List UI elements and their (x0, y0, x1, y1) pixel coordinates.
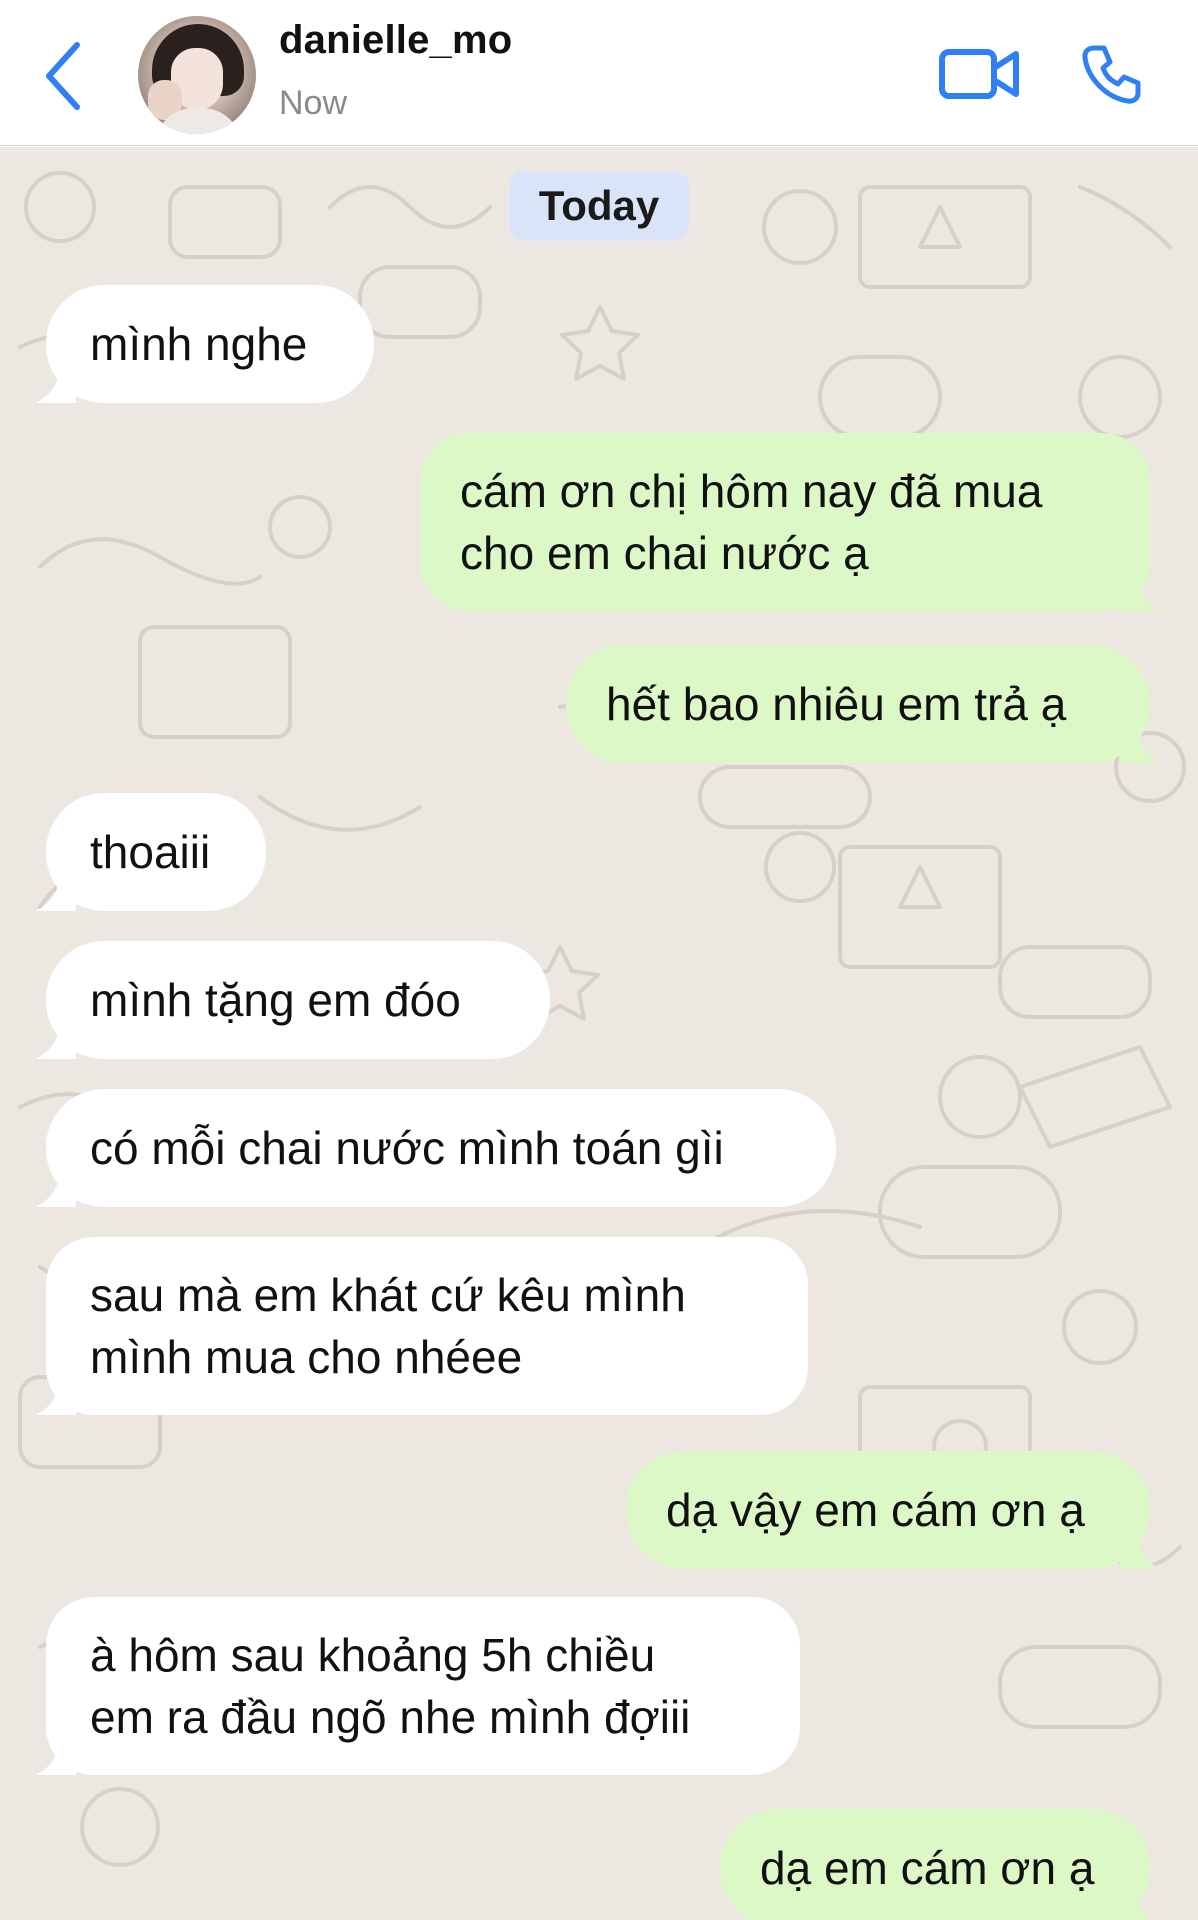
bubble-tail-icon (36, 359, 76, 403)
incoming-message-bubble[interactable]: à hôm sau khoảng 5h chiều em ra đầu ngõ n… (36, 1597, 800, 1775)
outgoing-message-bubble[interactable]: cám ơn chị hôm nay đã mua cho em chai nướ… (420, 433, 1160, 611)
message-text: à hôm sau khoảng 5h chiều em ra đầu ngõ n… (90, 1624, 690, 1748)
message-line: hết bao nhiêu em trả ạ (606, 678, 1067, 730)
message-text: cám ơn chị hôm nay đã mua cho em chai nướ… (460, 460, 1042, 584)
bubble-tail-icon (1120, 1883, 1150, 1920)
message-line: có mỗi chai nước mình toán gìi (90, 1122, 724, 1174)
message-text: sau mà em khát cứ kêu mình mình mua cho n… (90, 1264, 686, 1388)
voice-call-button[interactable] (1080, 42, 1144, 106)
message-text: dạ vậy em cám ơn ạ (666, 1479, 1085, 1541)
message-text: mình nghe (90, 313, 307, 375)
outgoing-message-bubble[interactable]: dạ vậy em cám ơn ạ (626, 1451, 1160, 1569)
bubble-tail-icon (36, 1163, 76, 1207)
message-line: thoaiii (90, 826, 211, 878)
contact-name[interactable]: danielle_mo (279, 18, 512, 63)
bubble-tail-icon (1120, 567, 1160, 611)
back-button[interactable] (36, 36, 90, 116)
outgoing-message-bubble[interactable]: dạ em cám ơn ạ (720, 1809, 1150, 1920)
bubble-tail-icon (36, 1371, 76, 1415)
incoming-message-bubble[interactable]: mình tặng em đóo (36, 941, 550, 1059)
bubble-tail-icon (36, 1015, 76, 1059)
message-line: dạ em cám ơn ạ (760, 1842, 1095, 1894)
avatar[interactable] (138, 16, 256, 134)
contact-status: Now (279, 84, 348, 122)
message-text: có mỗi chai nước mình toán gìi (90, 1117, 724, 1179)
incoming-message-bubble[interactable]: thoaiii (36, 793, 266, 911)
chevron-left-icon (46, 42, 80, 110)
bubble-tail-icon (36, 1731, 76, 1775)
phone-icon (1082, 45, 1141, 104)
bubble-tail-icon (1120, 1525, 1160, 1569)
message-line: mình mua cho nhéee (90, 1331, 523, 1383)
message-line: em ra đầu ngõ nhe mình đợiii (90, 1691, 691, 1743)
message-line: dạ vậy em cám ơn ạ (666, 1484, 1085, 1536)
video-call-button[interactable] (938, 46, 1020, 102)
message-line: cho em chai nước ạ (460, 527, 869, 579)
message-line: sau mà em khát cứ kêu mình (90, 1269, 686, 1321)
message-text: dạ em cám ơn ạ (760, 1837, 1094, 1899)
message-line: mình tặng em đóo (90, 974, 461, 1026)
incoming-message-bubble[interactable]: có mỗi chai nước mình toán gìi (36, 1089, 836, 1207)
message-line: à hôm sau khoảng 5h chiều (90, 1629, 656, 1681)
chat-area[interactable]: Today mình nghe cám ơn chị hôm nay đã mua… (0, 147, 1198, 1920)
message-text: thoaiii (90, 821, 210, 883)
outgoing-message-bubble[interactable]: hết bao nhiêu em trả ạ (566, 645, 1160, 763)
incoming-message-bubble[interactable]: sau mà em khát cứ kêu mình mình mua cho n… (36, 1237, 808, 1415)
date-separator: Today (509, 171, 689, 241)
chat-header: danielle_mo Now (0, 0, 1198, 146)
message-text: hết bao nhiêu em trả ạ (606, 673, 1066, 735)
bubble-tail-icon (1120, 719, 1160, 763)
message-line: cám ơn chị hôm nay đã mua (460, 465, 1043, 517)
message-line: mình nghe (90, 318, 308, 370)
video-camera-icon (939, 49, 1019, 99)
incoming-message-bubble[interactable]: mình nghe (36, 285, 374, 403)
bubble-tail-icon (36, 867, 76, 911)
message-text: mình tặng em đóo (90, 969, 461, 1031)
